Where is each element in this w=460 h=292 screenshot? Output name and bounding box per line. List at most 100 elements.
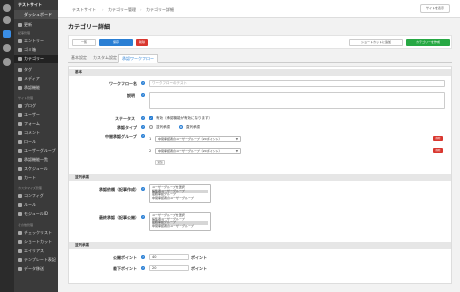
help-icon[interactable]: ? — [141, 81, 145, 85]
breadcrumb-category-admin[interactable]: カテゴリー管理 — [108, 7, 136, 13]
help-icon[interactable]: ? — [141, 255, 145, 259]
sidebar-item-form[interactable]: フォーム — [14, 120, 58, 128]
blog-icon — [18, 104, 22, 108]
breadcrumb-current: カテゴリー詳細 — [146, 7, 174, 12]
role-icon — [18, 140, 22, 144]
approval-type-parallel-radio[interactable] — [149, 125, 153, 129]
breadcrumb-separator: › — [140, 7, 142, 12]
sidebar-item-blog[interactable]: ブログ — [14, 102, 58, 110]
form-icon — [18, 122, 22, 126]
description-label: 説明 — [127, 93, 135, 98]
status-checkbox[interactable]: ✓ — [149, 116, 153, 120]
tab-custom[interactable]: カスタム設定 — [90, 54, 120, 63]
sidebar-item-approval-list[interactable]: 承認機能一覧 — [14, 156, 58, 164]
sidebar-item-schedule[interactable]: スケジュール — [14, 165, 58, 173]
workflow-name-input[interactable]: ワークフローのテスト — [149, 80, 445, 87]
group-add-button[interactable]: 追加 — [155, 160, 165, 165]
group-row-delete-button[interactable]: 削除 — [433, 136, 443, 141]
sidebar-item-usergroup[interactable]: ユーザーグループ — [14, 147, 58, 155]
trash-icon — [18, 48, 22, 52]
reject-points-unit: ポイント — [191, 266, 207, 271]
description-textarea[interactable] — [149, 92, 445, 109]
sidebar-item-user[interactable]: ユーザー — [14, 111, 58, 119]
media-icon — [18, 77, 22, 81]
approval-type-option: 並列承認 — [156, 125, 170, 129]
alias-icon — [18, 249, 22, 253]
help-icon[interactable]: ? — [141, 116, 145, 120]
site-name[interactable]: テストサイト — [18, 2, 42, 8]
start-approval-multiselect[interactable]: ユーザーグループを選択 編集者ユーザーグループ 最終承認グループ 中間承認者のユ… — [149, 184, 211, 203]
pass-points-label: 公開ポイント — [113, 255, 137, 260]
help-icon[interactable]: ? — [141, 187, 145, 191]
sidebar-item-data-transfer[interactable]: データ移送 — [14, 265, 58, 273]
shortcut-icon — [18, 240, 22, 244]
sidebar-item-module[interactable]: モジュールID — [14, 210, 58, 218]
sidebar-item-rule[interactable]: ルール — [14, 201, 58, 209]
home-icon[interactable] — [3, 4, 11, 12]
sidebar-item-entry[interactable]: エントリー — [14, 37, 58, 45]
config-icon — [18, 194, 22, 198]
help-icon[interactable]: ? — [141, 125, 145, 129]
rule-icon — [18, 203, 22, 207]
cart-icon — [18, 176, 22, 180]
sidebar-item-config[interactable]: コンフィグ — [14, 192, 58, 200]
group-select-2[interactable]: 中間承認者のユーザーグループ（20ポイント） ▼ — [155, 148, 241, 154]
sidebar-item-category[interactable]: カテゴリー — [14, 55, 58, 63]
option[interactable]: 中間承認者のユーザーグループ — [152, 196, 208, 201]
check-icon — [18, 231, 22, 235]
main-area: テストサイト › カテゴリー管理 › カテゴリー詳細 サイトを表示 カテゴリー詳… — [58, 0, 460, 292]
reject-points-input[interactable]: 20 — [149, 265, 189, 271]
breadcrumb-separator: › — [102, 7, 104, 12]
sidebar-item-checklist[interactable]: チェックリスト — [14, 229, 58, 237]
user-icon — [18, 113, 22, 117]
group-select-1[interactable]: 中間承認者のユーザーグループ（20ポイント） ▼ — [155, 136, 241, 142]
group-label: 中間承認グループ — [105, 134, 137, 139]
save-button[interactable]: 保存 — [99, 39, 133, 46]
sidebar-item-media[interactable]: メディア — [14, 75, 58, 83]
content-icon[interactable] — [3, 30, 11, 38]
sidebar-item-tag[interactable]: タグ — [14, 66, 58, 74]
sidebar-item-comment[interactable]: コメント — [14, 129, 58, 137]
option[interactable]: 中間承認者のユーザーグループ — [152, 224, 208, 229]
help-icon[interactable]: ? — [141, 215, 145, 219]
final-approval-label: 最終承認（記事公開） — [99, 215, 139, 220]
module-icon — [18, 212, 22, 216]
final-approval-multiselect[interactable]: ユーザーグループを選択 編集者ユーザーグループ 最終承認グループ 中間承認者のユ… — [149, 212, 211, 231]
group-row-delete-button[interactable]: 削除 — [433, 148, 443, 153]
section-header-points: 並列承認 — [69, 242, 451, 249]
add-shortcut-button[interactable]: ショートカットに追加 — [349, 39, 403, 46]
sidebar-item-approval[interactable]: 承認機能 — [14, 84, 58, 92]
breadcrumb-site[interactable]: テストサイト — [72, 7, 96, 13]
help-icon[interactable]: ? — [141, 266, 145, 270]
section-header-basic: 基本 — [69, 69, 451, 76]
start-approval-label: 承認依頼（記事作成） — [99, 187, 139, 192]
sidebar-item-template[interactable]: テンプレート表記 — [14, 256, 58, 264]
info-icon[interactable] — [3, 58, 11, 66]
tab-bar: 基本設定 カスタム設定 承認ワークフロー — [68, 53, 452, 63]
sidebar-item-shortcut[interactable]: ショートカット — [14, 238, 58, 246]
tab-basic[interactable]: 基本設定 — [68, 54, 90, 63]
sidebar-item-trash[interactable]: ゴミ箱 — [14, 46, 58, 54]
help-icon[interactable]: ? — [141, 93, 145, 97]
sidebar-item-update[interactable]: 更新 — [14, 21, 58, 29]
tab-workflow[interactable]: 承認ワークフロー — [118, 54, 158, 63]
approval-type-serial-radio[interactable] — [179, 125, 183, 129]
entry-icon — [18, 39, 22, 43]
sidebar-section-custom: カスタマイズ管理 — [18, 186, 42, 190]
gear-icon[interactable] — [3, 44, 11, 52]
sidebar-item-dashboard[interactable]: ダッシュボード — [14, 10, 58, 19]
delete-button[interactable]: 削除 — [136, 39, 148, 46]
create-category-button[interactable]: カテゴリーを作成 — [406, 39, 450, 46]
help-icon[interactable]: ? — [141, 134, 145, 138]
user-icon[interactable] — [3, 16, 11, 24]
sidebar-item-cart[interactable]: カート — [14, 174, 58, 182]
status-text: 有効（承認機能が有効になります） — [156, 116, 212, 120]
sidebar-item-alias[interactable]: エイリアス — [14, 247, 58, 255]
view-site-button[interactable]: サイトを表示 — [419, 4, 450, 13]
list-button[interactable]: 一覧 — [72, 39, 96, 46]
calendar-icon — [18, 167, 22, 171]
sidebar-item-role[interactable]: ロール — [14, 138, 58, 146]
pass-points-input[interactable]: 40 — [149, 254, 189, 260]
group-row-num: 2 — [149, 149, 152, 153]
reject-points-label: 差下ポイント — [113, 266, 137, 271]
